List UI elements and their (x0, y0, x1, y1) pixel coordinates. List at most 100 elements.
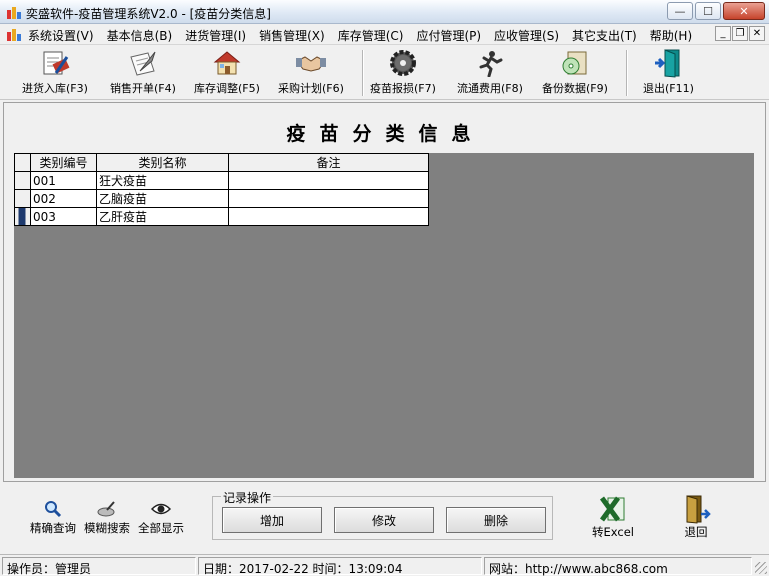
toolbar-label: 销售开单(F4) (110, 82, 176, 95)
eye-icon (151, 500, 171, 518)
toolbar-purchase-in-button[interactable]: 进货入库(F3) (22, 48, 88, 98)
back-label: 退回 (684, 525, 708, 539)
runner-icon (473, 48, 507, 78)
cell-code[interactable]: 001 (30, 171, 97, 190)
cell-code[interactable]: 002 (30, 189, 97, 208)
record-operations-group: 记录操作 增加 修改 删除 (212, 489, 553, 540)
export-excel-label: 转Excel (592, 525, 634, 539)
menu-bar: 系统设置(V) 基本信息(B) 进货管理(I) 销售管理(X) 库存管理(C) … (0, 24, 769, 45)
document-pen-icon (38, 48, 72, 78)
quill-paper-icon (126, 48, 160, 78)
status-datetime: 日期：2017-02-22 时间：13:09:04 (198, 557, 482, 576)
cell-name[interactable]: 乙脑疫苗 (96, 189, 229, 208)
status-operator: 操作员：管理员 (2, 557, 196, 576)
back-button[interactable]: 退回 (680, 494, 712, 540)
window-title: 奕盛软件-疫苗管理系统V2.0 - [疫苗分类信息] (26, 7, 271, 21)
app-icon (7, 7, 21, 19)
table-row[interactable]: 001 狂犬疫苗 (14, 171, 429, 190)
exact-query-button[interactable]: 精确查询 (30, 500, 76, 536)
toolbar-circulation-cost-button[interactable]: 流通费用(F8) (457, 48, 523, 98)
main-panel: 疫苗分类信息 类别编号 类别名称 备注 001 狂犬疫苗 002 乙脑疫苗 00… (3, 102, 766, 482)
cell-note[interactable] (228, 171, 429, 190)
page-title: 疫苗分类信息 (286, 123, 485, 145)
toolbar-separator (626, 50, 628, 96)
mdi-restore-button[interactable]: ❐ (732, 26, 748, 41)
toolbar: 进货入库(F3) 销售开单(F4) 库存调整(F5) 采购计划(F6) 疫苗报损… (0, 46, 769, 100)
menu-inventory[interactable]: 库存管理(C) (338, 27, 404, 44)
toolbar-vaccine-loss-button[interactable]: 疫苗报损(F7) (370, 48, 436, 98)
cell-note[interactable] (228, 189, 429, 208)
record-operations-title: 记录操作 (221, 489, 274, 506)
current-row-indicator[interactable] (14, 207, 31, 226)
edit-button[interactable]: 修改 (334, 507, 434, 533)
menu-basic-info[interactable]: 基本信息(B) (107, 27, 173, 44)
mdi-controls: _ ❐ ✕ (715, 26, 765, 41)
row-indicator[interactable] (14, 189, 31, 208)
column-header-note[interactable]: 备注 (228, 153, 429, 172)
toolbar-label: 进货入库(F3) (22, 82, 88, 95)
toolbar-label: 疫苗报损(F7) (370, 82, 436, 95)
toolbar-separator (362, 50, 364, 96)
table-header-row: 类别编号 类别名称 备注 (14, 153, 429, 172)
delete-button[interactable]: 删除 (446, 507, 546, 533)
exit-door-icon (651, 48, 685, 78)
category-table: 类别编号 类别名称 备注 001 狂犬疫苗 002 乙脑疫苗 003 乙肝疫苗 (14, 153, 429, 226)
row-indicator[interactable] (14, 171, 31, 190)
row-indicator-header (14, 153, 31, 172)
fuzzy-search-button[interactable]: 模糊搜索 (84, 500, 130, 536)
menu-purchase[interactable]: 进货管理(I) (185, 27, 246, 44)
data-grid[interactable]: 类别编号 类别名称 备注 001 狂犬疫苗 002 乙脑疫苗 003 乙肝疫苗 (14, 153, 754, 478)
toolbar-label: 采购计划(F6) (278, 82, 344, 95)
maximize-button[interactable]: ☐ (695, 2, 721, 20)
handshake-icon (294, 48, 328, 78)
bottom-actions: 精确查询 模糊搜索 全部显示 记录操作 增加 修改 删除 转Excel 退回 (0, 484, 769, 552)
resize-grip[interactable] (755, 562, 767, 574)
toolbar-stock-adjust-button[interactable]: 库存调整(F5) (194, 48, 260, 98)
show-all-label: 全部显示 (138, 521, 184, 535)
menu-system-settings[interactable]: 系统设置(V) (28, 27, 94, 44)
toolbar-purchase-plan-button[interactable]: 采购计划(F6) (278, 48, 344, 98)
table-row-current[interactable]: 003 乙肝疫苗 (14, 207, 429, 226)
fuzzy-search-label: 模糊搜索 (84, 521, 130, 535)
menu-items: 系统设置(V) 基本信息(B) 进货管理(I) 销售管理(X) 库存管理(C) … (28, 27, 705, 44)
mdi-close-button[interactable]: ✕ (749, 26, 765, 41)
blur-search-icon (97, 500, 117, 518)
menu-help[interactable]: 帮助(H) (650, 27, 692, 44)
table-row[interactable]: 002 乙脑疫苗 (14, 189, 429, 208)
cell-name[interactable]: 狂犬疫苗 (96, 171, 229, 190)
gear-icon (386, 48, 420, 78)
exact-query-label: 精确查询 (30, 521, 76, 535)
status-website: 网站：http://www.abc868.com (484, 557, 752, 576)
show-all-button[interactable]: 全部显示 (138, 500, 184, 536)
menu-other-expenses[interactable]: 其它支出(T) (572, 27, 637, 44)
cell-name[interactable]: 乙肝疫苗 (96, 207, 229, 226)
house-icon (210, 48, 244, 78)
back-door-icon (680, 494, 712, 524)
toolbar-label: 流通费用(F8) (457, 82, 523, 95)
minimize-button[interactable]: — (667, 2, 693, 20)
backup-disc-icon (558, 48, 592, 78)
toolbar-backup-data-button[interactable]: 备份数据(F9) (542, 48, 608, 98)
toolbar-label: 库存调整(F5) (194, 82, 260, 95)
column-header-name[interactable]: 类别名称 (96, 153, 229, 172)
magnifier-icon (43, 500, 63, 518)
cell-note[interactable] (228, 207, 429, 226)
menu-sales[interactable]: 销售管理(X) (259, 27, 325, 44)
column-header-code[interactable]: 类别编号 (30, 153, 97, 172)
title-bar: 奕盛软件-疫苗管理系统V2.0 - [疫苗分类信息] — ☐ ✕ (0, 0, 769, 24)
menu-payables[interactable]: 应付管理(P) (416, 27, 481, 44)
toolbar-exit-button[interactable]: 退出(F11) (643, 48, 694, 98)
export-excel-button[interactable]: 转Excel (592, 494, 634, 540)
toolbar-label: 退出(F11) (643, 82, 694, 95)
menu-receivables[interactable]: 应收管理(S) (494, 27, 559, 44)
cell-code[interactable]: 003 (30, 207, 97, 226)
status-bar: 操作员：管理员 日期：2017-02-22 时间：13:09:04 网站：htt… (0, 554, 769, 576)
close-button[interactable]: ✕ (723, 2, 765, 20)
toolbar-sales-order-button[interactable]: 销售开单(F4) (110, 48, 176, 98)
child-window-icon[interactable] (6, 27, 22, 42)
toolbar-label: 备份数据(F9) (542, 82, 608, 95)
window-controls: — ☐ ✕ (667, 2, 765, 20)
excel-icon (597, 494, 629, 524)
add-button[interactable]: 增加 (222, 507, 322, 533)
mdi-minimize-button[interactable]: _ (715, 26, 731, 41)
